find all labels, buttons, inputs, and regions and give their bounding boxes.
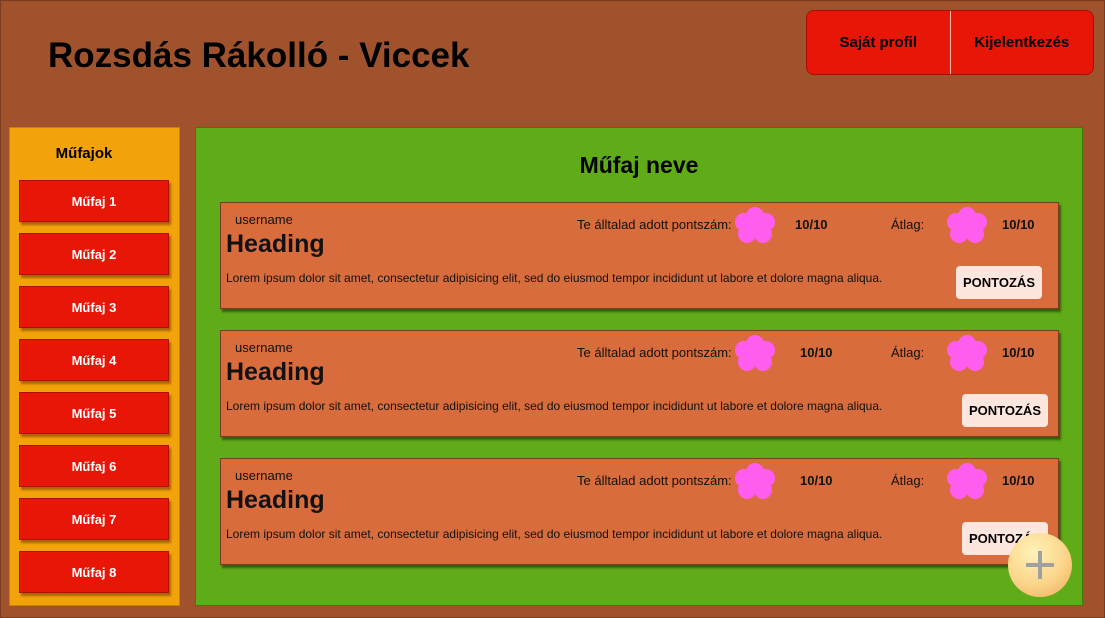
card-body-text: Lorem ipsum dolor sit amet, consectetur … [226, 271, 883, 285]
profile-button[interactable]: Saját profil [807, 11, 950, 74]
rate-button[interactable]: PONTOZÁS [962, 394, 1048, 427]
site-title: Rozsdás Rákolló - Viccek [48, 36, 470, 75]
sidebar-title: Műfajok [55, 145, 113, 162]
own-rating-label: Te álltalad adott pontszám: [577, 217, 732, 232]
average-rating-label: Átlag: [891, 345, 925, 360]
average-rating-label: Átlag: [891, 473, 925, 488]
add-joke-button[interactable] [1008, 533, 1072, 597]
flower-icon [947, 335, 987, 371]
genre-button-8[interactable]: Műfaj 8 [19, 551, 169, 593]
average-rating-value: 10/10 [1002, 217, 1035, 232]
own-rating-label: Te álltalad adott pontszám: [577, 473, 732, 488]
genre-button-2[interactable]: Műfaj 2 [19, 233, 169, 275]
flower-icon [735, 207, 775, 243]
own-rating-label: Te álltalad adott pontszám: [577, 345, 732, 360]
joke-card: username Heading Te álltalad adott ponts… [220, 458, 1059, 565]
top-nav: Saját profil Kijelentkezés [806, 10, 1094, 75]
joke-card: username Heading Te álltalad adott ponts… [220, 202, 1059, 309]
genre-button-5[interactable]: Műfaj 5 [19, 392, 169, 434]
own-rating-value: 10/10 [800, 345, 833, 360]
genre-button-6[interactable]: Műfaj 6 [19, 445, 169, 487]
genre-sidebar: Műfajok Műfaj 1 Műfaj 2 Műfaj 3 Műfaj 4 … [9, 127, 180, 606]
logout-button[interactable]: Kijelentkezés [949, 11, 1094, 74]
card-username[interactable]: username [235, 340, 293, 355]
main-content: Műfaj neve username Heading Te álltalad … [195, 127, 1083, 606]
own-rating-value: 10/10 [800, 473, 833, 488]
joke-card: username Heading Te álltalad adott ponts… [220, 330, 1059, 437]
flower-icon [947, 463, 987, 499]
genre-button-3[interactable]: Műfaj 3 [19, 286, 169, 328]
flower-icon [735, 335, 775, 371]
card-body-text: Lorem ipsum dolor sit amet, consectetur … [226, 527, 883, 541]
card-body-text: Lorem ipsum dolor sit amet, consectetur … [226, 399, 883, 413]
rate-button[interactable]: PONTOZÁS [956, 266, 1042, 299]
card-heading: Heading [226, 230, 325, 258]
genre-title: Műfaj neve [579, 152, 699, 178]
flower-icon [947, 207, 987, 243]
plus-icon [1026, 551, 1054, 579]
average-rating-value: 10/10 [1002, 473, 1035, 488]
card-heading: Heading [226, 486, 325, 514]
average-rating-value: 10/10 [1002, 345, 1035, 360]
card-heading: Heading [226, 358, 325, 386]
card-username[interactable]: username [235, 468, 293, 483]
card-username[interactable]: username [235, 212, 293, 227]
own-rating-value: 10/10 [795, 217, 828, 232]
genre-button-4[interactable]: Műfaj 4 [19, 339, 169, 381]
average-rating-label: Átlag: [891, 217, 925, 232]
flower-icon [735, 463, 775, 499]
genre-button-1[interactable]: Műfaj 1 [19, 180, 169, 222]
genre-button-7[interactable]: Műfaj 7 [19, 498, 169, 540]
